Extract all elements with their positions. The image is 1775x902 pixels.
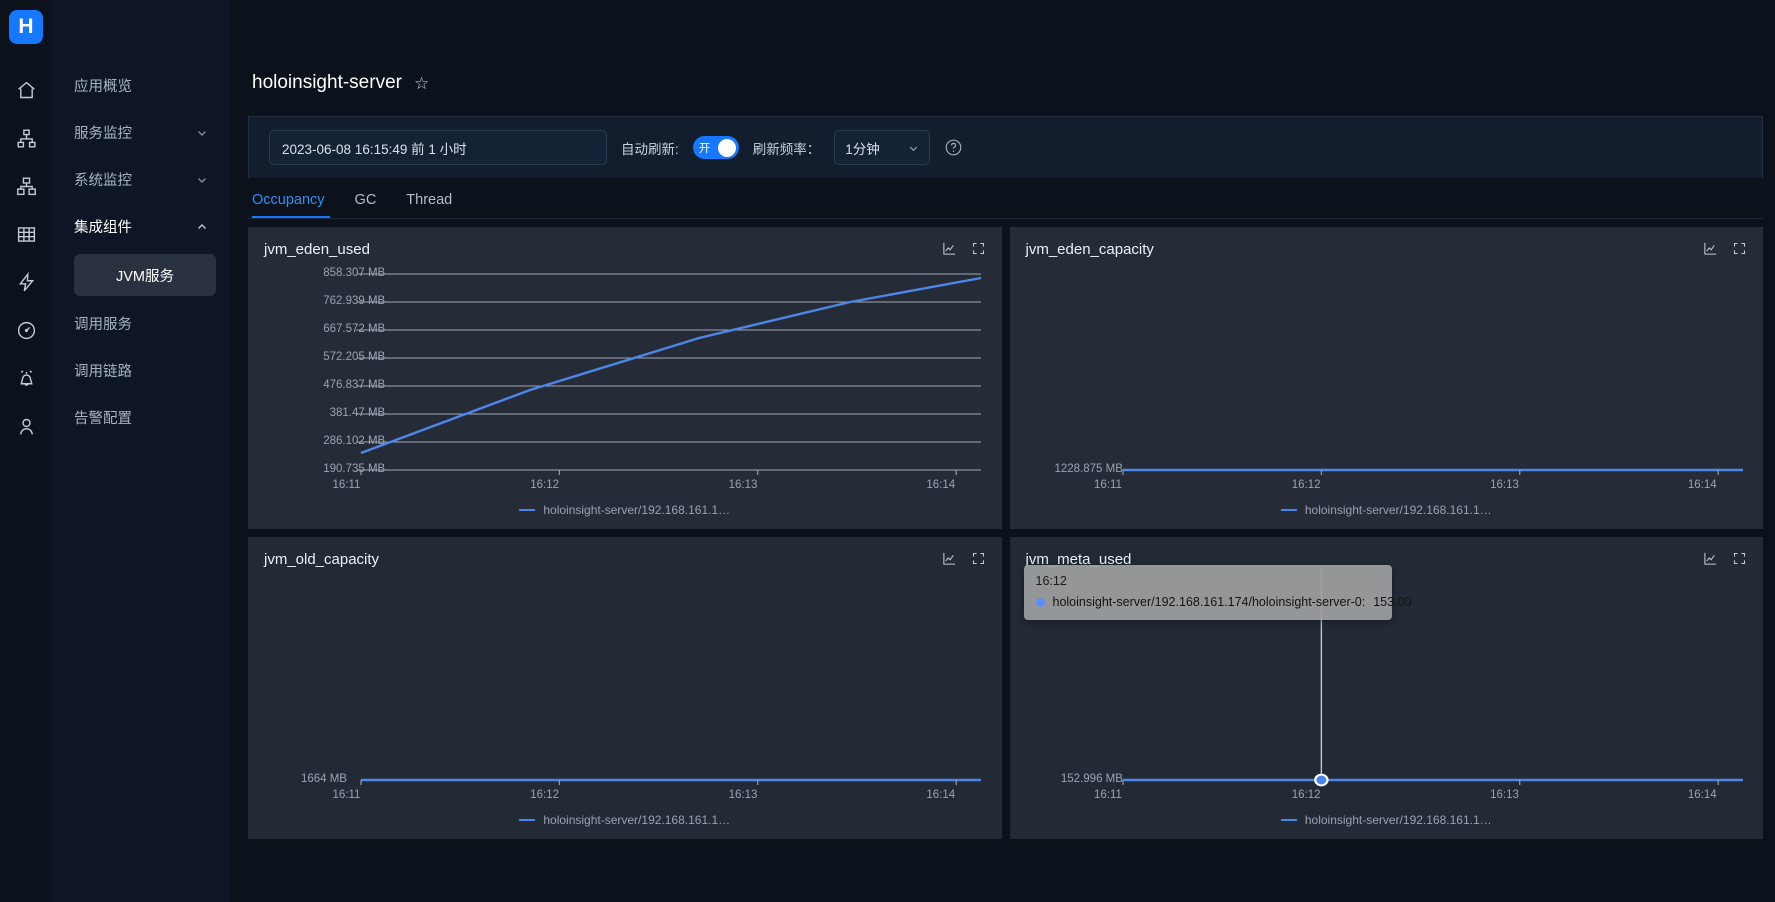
cluster-icon[interactable] (6, 162, 46, 210)
plot-svg (360, 778, 981, 785)
expand-icon[interactable] (1732, 551, 1747, 566)
chart-tooltip: 16:12 holoinsight-server/192.168.161.174… (1023, 565, 1411, 620)
table-icon[interactable] (6, 210, 46, 258)
dashboard-icon[interactable] (6, 306, 46, 354)
chevron-down-icon (908, 142, 919, 153)
line-chart-icon[interactable] (1703, 551, 1718, 566)
panel-title: jvm_old_capacity (264, 551, 380, 568)
legend-swatch (1280, 508, 1297, 512)
legend-label: holoinsight-server/192.168.161.1… (1304, 503, 1492, 517)
sidebar-item-service-monitor[interactable]: 服务监控 (52, 109, 230, 156)
panel-title: jvm_eden_capacity (1025, 241, 1154, 258)
chart-panel-jvm-eden-used: jvm_eden_used 858.307 MB 762.939 MB 667.… (248, 227, 1002, 529)
auto-refresh-toggle[interactable]: 开 (692, 136, 739, 159)
plot-svg (356, 273, 982, 475)
panel-title: jvm_eden_used (264, 241, 370, 258)
chart-panel-jvm-eden-capacity: jvm_eden_capacity 1228.875 MB 16:11 16:1… (1009, 227, 1764, 529)
home-icon[interactable] (6, 66, 46, 114)
tab-occupancy[interactable]: Occupancy (252, 192, 325, 218)
tab-divider (248, 218, 1763, 219)
chart-grid: jvm_eden_used 858.307 MB 762.939 MB 667.… (248, 227, 1763, 839)
tooltip-time: 16:12 (1035, 574, 1067, 588)
tab-thread[interactable]: Thread (406, 192, 452, 218)
sidebar-subitem-label: JVM服务 (116, 268, 174, 285)
legend-label: holoinsight-server/192.168.161.1… (543, 813, 731, 827)
chart-legend[interactable]: holoinsight-server/192.168.161.1… (1010, 503, 1764, 517)
sidebar-item-label: 服务监控 (74, 126, 132, 142)
icon-rail: H (0, 0, 52, 902)
toggle-knob (717, 138, 736, 157)
tab-bar: Occupancy GC Thread (252, 192, 1775, 218)
sidebar-item-label: 告警配置 (74, 411, 132, 427)
sidebar-nav: 应用概览 服务监控 系统监控 集成组件 JVM服务 调用服务 调用链路 告警配置 (52, 0, 230, 902)
date-range-input[interactable]: 2023-06-08 16:15:49 前 1 小时 (269, 130, 607, 165)
tooltip-series-dot (1035, 597, 1045, 607)
tab-active-underline (252, 216, 330, 218)
toolbar: 2023-06-08 16:15:49 前 1 小时 自动刷新: 开 刷新频率：… (248, 116, 1763, 178)
sidebar-item-label: 系统监控 (74, 173, 132, 189)
app-logo[interactable]: H (9, 10, 43, 44)
sidebar-item-label: 调用链路 (74, 364, 132, 380)
legend-swatch (1280, 818, 1297, 822)
sidebar-item-system-monitor[interactable]: 系统监控 (52, 156, 230, 203)
auto-refresh-state: 开 (698, 142, 711, 155)
line-chart-icon[interactable] (942, 241, 957, 256)
sidebar-item-alert-config[interactable]: 告警配置 (52, 394, 230, 441)
favorite-star-icon[interactable]: ☆ (414, 75, 429, 92)
expand-icon[interactable] (971, 551, 986, 566)
line-chart-icon[interactable] (1703, 241, 1718, 256)
chart-panel-jvm-old-capacity: jvm_old_capacity 1664 MB 16:11 16:12 16:… (248, 537, 1002, 839)
tooltip-series-name: holoinsight-server/192.168.161.174/holoi… (1052, 595, 1366, 609)
auto-refresh-label: 自动刷新: (621, 141, 679, 157)
sidebar-item-jvm-service[interactable]: JVM服务 (74, 254, 216, 296)
chevron-down-icon (196, 127, 208, 139)
legend-swatch (519, 818, 536, 822)
highlighted-data-point (1313, 773, 1329, 787)
chart-panel-jvm-meta-used: jvm_meta_used 16:12 holoinsight-server/1… (1009, 537, 1764, 839)
main-content: holoinsight-server ☆ 2023-06-08 16:15:49… (230, 0, 1775, 902)
topology-icon[interactable] (6, 114, 46, 162)
sidebar-item-call-trace[interactable]: 调用链路 (52, 347, 230, 394)
line-chart-icon[interactable] (942, 551, 957, 566)
tab-gc[interactable]: GC (355, 192, 377, 218)
sidebar-item-call-service[interactable]: 调用服务 (52, 300, 230, 347)
sidebar-item-app-overview[interactable]: 应用概览 (52, 62, 230, 109)
legend-label: holoinsight-server/192.168.161.1… (543, 503, 731, 517)
chevron-up-icon (196, 221, 208, 233)
chevron-down-icon (196, 174, 208, 186)
sidebar-item-integrations[interactable]: 集成组件 (52, 203, 230, 250)
alarm-icon[interactable] (6, 354, 46, 402)
chart-legend[interactable]: holoinsight-server/192.168.161.1… (248, 813, 1002, 827)
user-icon[interactable] (6, 402, 46, 450)
sidebar-item-label: 调用服务 (74, 317, 132, 333)
tooltip-value: 153.00 (1373, 595, 1412, 609)
date-range-value: 2023-06-08 16:15:49 前 1 小时 (282, 141, 467, 157)
bolt-icon[interactable] (6, 258, 46, 306)
plot-area[interactable]: 1664 MB 16:11 16:12 16:13 16:14 (264, 568, 986, 808)
chart-legend[interactable]: holoinsight-server/192.168.161.1… (248, 503, 1002, 517)
chart-legend[interactable]: holoinsight-server/192.168.161.1… (1010, 813, 1764, 827)
page-title: holoinsight-server (252, 72, 402, 93)
sidebar-item-label: 应用概览 (74, 79, 132, 95)
expand-icon[interactable] (1732, 241, 1747, 256)
legend-swatch (519, 508, 536, 512)
page-header: holoinsight-server ☆ (230, 0, 1775, 94)
refresh-rate-value: 1分钟 (845, 141, 880, 157)
refresh-rate-label: 刷新频率： (752, 141, 821, 157)
help-icon[interactable] (944, 138, 963, 157)
refresh-rate-select[interactable]: 1分钟 (834, 130, 931, 165)
legend-label: holoinsight-server/192.168.161.1… (1304, 813, 1492, 827)
sidebar-item-label: 集成组件 (74, 220, 132, 236)
plot-area[interactable]: 1228.875 MB 16:11 16:12 16:13 16:14 (1026, 258, 1748, 498)
plot-svg (1121, 468, 1743, 475)
expand-icon[interactable] (971, 241, 986, 256)
plot-area[interactable]: 858.307 MB 762.939 MB 667.572 MB 572.205… (264, 258, 986, 498)
